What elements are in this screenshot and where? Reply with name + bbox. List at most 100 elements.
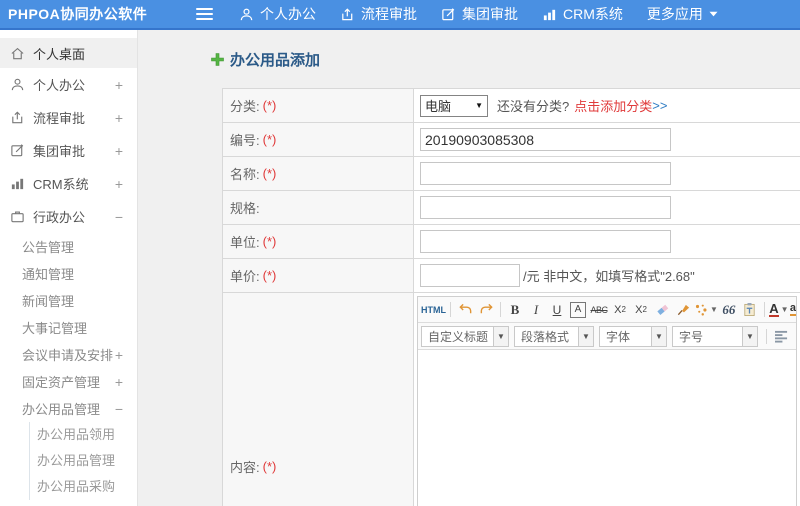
sidebar-item-label: 流程审批	[33, 111, 86, 126]
sidebar-item-desktop[interactable]: 个人桌面	[0, 38, 137, 68]
sup-mark: 2	[621, 305, 626, 314]
sidebar-item-meeting-request[interactable]: 会议申请及安排 +	[0, 341, 137, 368]
align-left-button[interactable]	[771, 326, 791, 346]
hamburger-menu-icon[interactable]	[196, 8, 213, 20]
collapse-toggle[interactable]: −	[113, 209, 125, 225]
underline-button[interactable]: U	[547, 300, 567, 320]
font-color-glyph: A	[769, 300, 779, 317]
sidebar-item-label: CRM系统	[33, 177, 89, 192]
field-label: 规格:	[223, 191, 414, 224]
no-category-hint: 还没有分类?	[497, 99, 570, 114]
sidebar-item-fixed-assets-mgmt[interactable]: 固定资产管理 +	[0, 368, 137, 395]
undo-icon	[458, 303, 471, 314]
caret-down-icon: ▼	[578, 326, 593, 346]
sidebar-item-notice-mgmt[interactable]: 通知管理	[0, 260, 137, 287]
paragraph-format-select[interactable]: 段落格式 ▼	[514, 325, 594, 347]
sidebar-item-supplies-claim[interactable]: 办公用品领用	[30, 422, 137, 448]
nav-label: CRM系统	[563, 6, 623, 22]
superscript-button[interactable]: X2	[610, 300, 630, 320]
editor-content-area[interactable]	[418, 350, 796, 506]
expand-toggle[interactable]: +	[113, 110, 125, 126]
page-title: 办公用品添加	[230, 51, 321, 69]
label-text: 分类:	[230, 99, 260, 114]
sidebar-item-label: 公告管理	[22, 240, 75, 255]
format-brush-button[interactable]	[673, 300, 693, 320]
price-format-hint: /元 非中文，如填写格式"2.68"	[523, 269, 695, 284]
italic-button[interactable]: I	[526, 300, 546, 320]
redo-button[interactable]	[476, 300, 496, 320]
nav-group-approval[interactable]: 集团审批	[441, 4, 518, 24]
expand-toggle[interactable]: +	[113, 347, 125, 363]
nav-workflow-approval[interactable]: 流程审批	[340, 4, 417, 24]
paste-text-button[interactable]	[740, 300, 760, 320]
collapse-toggle[interactable]: −	[113, 401, 125, 417]
align-left-icon	[774, 330, 787, 343]
sidebar-item-workflow-approval[interactable]: 流程审批 +	[0, 101, 137, 134]
font-size-select[interactable]: 字号 ▼	[672, 325, 758, 347]
unit-input[interactable]	[420, 230, 671, 253]
app-logo: PHPOA协同办公软件	[8, 6, 148, 22]
category-select[interactable]: 电脑 ▼	[420, 94, 488, 117]
label-text: 编号:	[230, 133, 260, 148]
label-text: 名称:	[230, 167, 260, 182]
expand-toggle[interactable]: +	[113, 374, 125, 390]
nav-crm-system[interactable]: CRM系统	[542, 4, 623, 24]
caret-down-icon	[709, 11, 718, 17]
top-nav: 个人办公 流程审批 集团审批 CRM系统 更多应用	[239, 4, 718, 24]
caret-down-icon: ▼	[651, 326, 666, 346]
caret-down-icon: ▼	[710, 305, 718, 314]
sidebar-item-label: 大事记管理	[22, 321, 88, 336]
sidebar-item-group-approval[interactable]: 集团审批 +	[0, 134, 137, 167]
sidebar-item-personal-office[interactable]: 个人办公 +	[0, 68, 137, 101]
source-code-button[interactable]: HTML	[421, 300, 446, 320]
sidebar-item-label: 行政办公	[33, 210, 86, 225]
sidebar-item-crm-system[interactable]: CRM系统 +	[0, 167, 137, 200]
form-row-category: 分类: (*) 电脑 ▼ 还没有分类? 点击添加分类 >>	[223, 89, 800, 123]
select-label: 段落格式	[521, 329, 570, 344]
font-color-button[interactable]: A ▼	[769, 300, 789, 320]
add-plus-icon	[211, 52, 224, 66]
custom-title-select[interactable]: 自定义标题 ▼	[421, 325, 509, 347]
label-text: 单位:	[230, 235, 260, 250]
form-row-price: 单价: (*) /元 非中文，如填写格式"2.68"	[223, 259, 800, 293]
required-mark: (*)	[262, 98, 277, 113]
subscript-button[interactable]: X2	[631, 300, 651, 320]
expand-toggle[interactable]: +	[113, 77, 125, 93]
background-color-button[interactable]: ab ▼	[789, 300, 796, 320]
auto-typeset-button[interactable]: ▼	[694, 300, 718, 320]
supplies-add-form: 分类: (*) 电脑 ▼ 还没有分类? 点击添加分类 >> 编号: (*) 20…	[222, 88, 800, 506]
undo-button[interactable]	[455, 300, 475, 320]
add-category-link-arrows[interactable]: >>	[652, 98, 667, 113]
strikethrough-button[interactable]: ABC	[589, 300, 609, 320]
bold-button[interactable]: B	[505, 300, 525, 320]
sidebar-item-admin-office[interactable]: 行政办公 −	[0, 200, 137, 233]
field-label: 编号: (*)	[223, 123, 414, 156]
redo-icon	[480, 303, 493, 314]
add-category-link[interactable]: 点击添加分类	[574, 96, 652, 115]
nav-more-apps[interactable]: 更多应用	[647, 4, 718, 24]
code-input[interactable]	[420, 128, 671, 151]
selected-option: 电脑	[425, 99, 452, 114]
sidebar-item-news-mgmt[interactable]: 新闻管理	[0, 287, 137, 314]
form-row-content: 内容: (*) HTML B I U A ABC X 2 X 2 ▼ 66 A …	[223, 293, 800, 506]
field-label: 单位: (*)	[223, 225, 414, 258]
sidebar-item-supplies-manage[interactable]: 办公用品管理	[30, 448, 137, 474]
remove-format-button[interactable]	[652, 300, 672, 320]
flow-export-icon	[342, 7, 353, 20]
sidebar-item-announcement-mgmt[interactable]: 公告管理	[0, 233, 137, 260]
font-family-select[interactable]: 字体 ▼	[599, 325, 667, 347]
char-border-button[interactable]: A	[570, 301, 586, 318]
sidebar-item-memorabilia-mgmt[interactable]: 大事记管理	[0, 314, 137, 341]
expand-toggle[interactable]: +	[113, 143, 125, 159]
sidebar-item-office-supplies-mgmt[interactable]: 办公用品管理 −	[0, 395, 137, 422]
name-input[interactable]	[420, 162, 671, 185]
spec-input[interactable]	[420, 196, 671, 219]
briefcase-icon	[11, 211, 24, 223]
nav-personal-office[interactable]: 个人办公	[239, 4, 316, 24]
price-input[interactable]	[420, 264, 520, 287]
nav-label: 更多应用	[646, 6, 703, 22]
blockquote-button[interactable]: 66	[719, 300, 739, 320]
sidebar-item-supplies-purchase[interactable]: 办公用品采购	[30, 474, 137, 500]
expand-toggle[interactable]: +	[113, 176, 125, 192]
align-center-button[interactable]	[792, 326, 796, 346]
